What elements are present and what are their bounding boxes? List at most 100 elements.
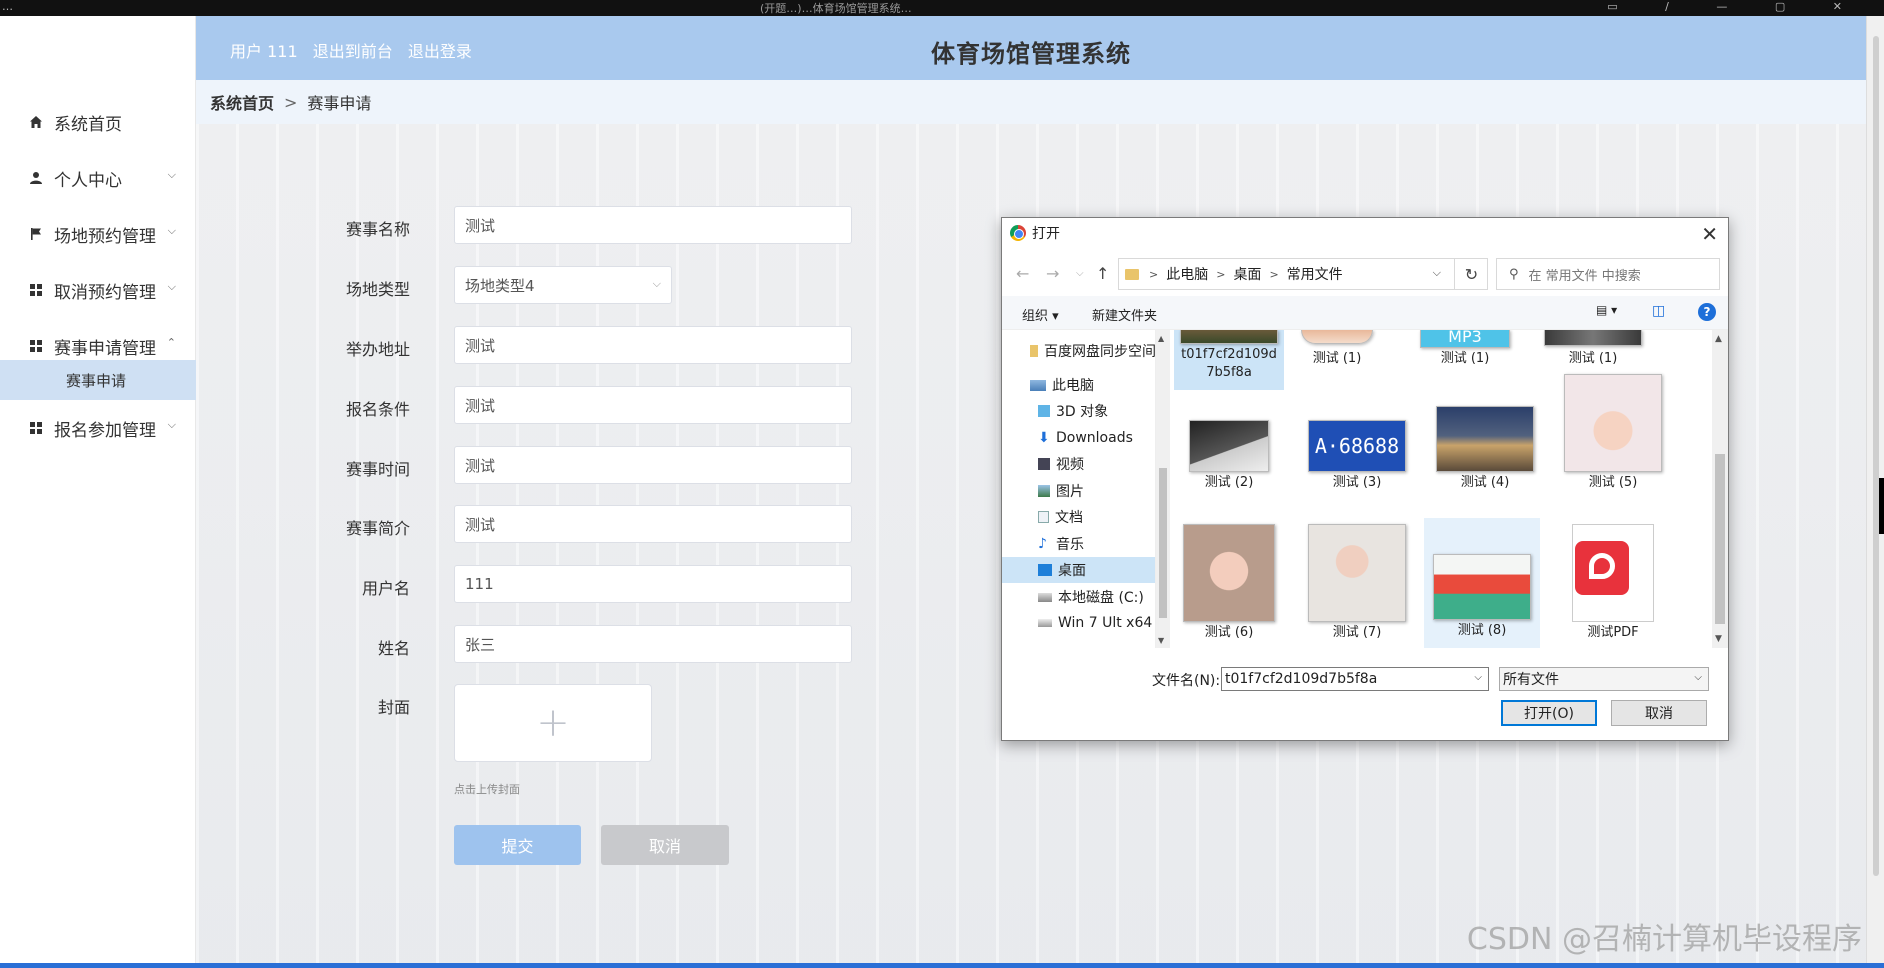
- tree-item-this-pc[interactable]: 此电脑: [1002, 372, 1155, 398]
- file-item[interactable]: 测试 (7): [1302, 524, 1412, 642]
- path-crumb[interactable]: 常用文件: [1287, 264, 1343, 284]
- file-label: 测试 (4): [1460, 475, 1510, 490]
- cover-upload-hint: 点击上传封面: [454, 783, 520, 796]
- csdn-watermark: CSDN @召楠计算机毕设程序: [1466, 922, 1862, 957]
- forward-arrow-icon[interactable]: →: [1046, 264, 1059, 283]
- tree-item-local-disk[interactable]: 本地磁盘 (C:): [1002, 584, 1155, 610]
- chevron-down-icon: ⌵: [167, 224, 176, 237]
- condition-input[interactable]: 测试: [454, 386, 852, 424]
- grid-icon: [28, 420, 44, 436]
- sidebar-subitem-event-apply[interactable]: 赛事申请: [0, 360, 196, 400]
- sidebar-item-registration[interactable]: 报名参加管理 ⌵: [0, 400, 196, 456]
- tree-item-downloads[interactable]: ⬇ Downloads: [1002, 425, 1155, 451]
- file-item[interactable]: t01f7cf2d109d7b5f8a: [1174, 330, 1284, 390]
- file-item[interactable]: 测试 (1): [1538, 330, 1648, 368]
- laptop-thumbnail: [1189, 420, 1269, 472]
- venue-type-select[interactable]: 场地类型4 ⌵: [454, 266, 672, 304]
- dialog-title: 打开: [1032, 226, 1060, 242]
- file-grid-scrollbar[interactable]: ▲ ▼: [1712, 330, 1728, 648]
- scroll-down-icon[interactable]: ▼: [1715, 634, 1722, 644]
- file-item[interactable]: 测试 (1): [1282, 330, 1392, 368]
- address-input[interactable]: 测试: [454, 326, 852, 364]
- filetype-select[interactable]: 所有文件 ⌵: [1499, 667, 1709, 691]
- view-mode-icon[interactable]: ▤ ▾: [1596, 303, 1617, 317]
- event-name-input[interactable]: 测试: [454, 206, 852, 244]
- tree-item-pictures[interactable]: 图片: [1002, 478, 1155, 504]
- sidebar-item-cancel-booking[interactable]: 取消预约管理 ⌵: [0, 262, 196, 318]
- username-label: 用户名: [361, 579, 410, 598]
- close-icon[interactable]: ✕: [1701, 222, 1718, 246]
- file-item[interactable]: MP3 测试 (1): [1410, 330, 1520, 368]
- help-icon[interactable]: ?: [1698, 303, 1716, 321]
- scroll-up-icon[interactable]: ▲: [1158, 334, 1164, 343]
- preview-pane-icon[interactable]: ◫: [1652, 303, 1665, 319]
- path-crumb[interactable]: 桌面: [1233, 264, 1261, 284]
- refresh-icon[interactable]: ↻: [1454, 258, 1488, 290]
- video-icon: [1038, 458, 1050, 470]
- chevron-up-icon: ⌃: [166, 336, 176, 349]
- file-thumbnail: [1180, 330, 1278, 344]
- chevron-down-icon[interactable]: ⌵: [1433, 266, 1441, 280]
- file-item[interactable]: 测试 (5): [1558, 374, 1668, 492]
- filename-input[interactable]: t01f7cf2d109d7b5f8a ⌵: [1221, 667, 1489, 691]
- dialog-search-input[interactable]: ⚲ 在 常用文件 中搜索: [1496, 258, 1720, 290]
- path-crumb[interactable]: 此电脑: [1166, 264, 1208, 284]
- cover-label: 封面: [377, 698, 410, 717]
- cancel-button[interactable]: 取消: [601, 825, 729, 865]
- file-thumbnail: [1544, 330, 1642, 346]
- home-icon: [28, 114, 44, 130]
- realname-input[interactable]: 张三: [454, 625, 852, 663]
- sidebar-item-label: 个人中心: [54, 170, 122, 191]
- file-open-dialog: 打开 ✕ ← → ⌵ ↑ > 此电脑 > 桌面 > 常用文件 ⌵ ↻ ⚲ 在 常…: [1001, 217, 1729, 741]
- tree-item-win7-drive[interactable]: Win 7 Ult x64 (I: [1002, 610, 1155, 636]
- tree-item-videos[interactable]: 视频: [1002, 451, 1155, 477]
- tree-item-baidu[interactable]: 百度网盘同步空间: [1002, 338, 1156, 364]
- organize-button[interactable]: 组织 ▾: [1022, 305, 1059, 324]
- page-scrollbar[interactable]: [1866, 16, 1884, 968]
- chevron-down-icon[interactable]: ⌵: [1474, 672, 1482, 683]
- address-bar[interactable]: > 此电脑 > 桌面 > 常用文件 ⌵: [1118, 258, 1488, 290]
- tree-item-music[interactable]: ♪ 音乐: [1002, 531, 1155, 557]
- tree-item-documents[interactable]: 文档: [1002, 504, 1155, 530]
- file-item[interactable]: 测试 (8): [1424, 518, 1540, 648]
- file-grid: t01f7cf2d109d7b5f8a 测试 (1) MP3 测试 (1) 测试…: [1172, 330, 1712, 648]
- username-input[interactable]: 111: [454, 565, 852, 603]
- file-item[interactable]: A·68688 测试 (3): [1302, 394, 1412, 492]
- page-scroll-thumb[interactable]: [1873, 36, 1879, 876]
- event-time-input[interactable]: 测试: [454, 446, 852, 484]
- sidebar-item-personal-center[interactable]: 个人中心 ⌵: [0, 150, 196, 206]
- submit-button[interactable]: 提交: [454, 825, 581, 865]
- up-arrow-icon[interactable]: ↑: [1096, 264, 1109, 283]
- back-arrow-icon[interactable]: ←: [1016, 264, 1029, 283]
- file-item[interactable]: 测试 (4): [1430, 394, 1540, 492]
- cover-upload-box[interactable]: +: [454, 684, 652, 762]
- intro-input[interactable]: 测试: [454, 505, 852, 543]
- file-item[interactable]: 测试PDF: [1558, 524, 1668, 642]
- tree-item-label: 音乐: [1056, 537, 1084, 553]
- file-item[interactable]: 测试 (6): [1174, 524, 1284, 642]
- file-item[interactable]: 测试 (2): [1174, 394, 1284, 492]
- tree-item-label: 此电脑: [1052, 378, 1094, 394]
- tree-item-3d-objects[interactable]: 3D 对象: [1002, 398, 1155, 424]
- tree-scroll-thumb[interactable]: [1159, 468, 1167, 618]
- open-button[interactable]: 打开(O): [1501, 700, 1597, 726]
- sidebar: 系统首页 个人中心 ⌵ 场地预约管理 ⌵ 取消预约管理 ⌵ 赛事申请管理 ⌃ 赛…: [0, 16, 196, 968]
- chevron-down-icon: ⌵: [1694, 672, 1702, 683]
- sidebar-item-home[interactable]: 系统首页: [0, 94, 196, 150]
- sidebar-item-venue-booking[interactable]: 场地预约管理 ⌵: [0, 206, 196, 262]
- breadcrumb-home[interactable]: 系统首页: [210, 90, 274, 114]
- dialog-cancel-button[interactable]: 取消: [1611, 700, 1707, 726]
- tree-scrollbar[interactable]: ▲ ▼: [1156, 330, 1170, 648]
- new-folder-button[interactable]: 新建文件夹: [1092, 305, 1157, 324]
- scroll-up-icon[interactable]: ▲: [1715, 334, 1722, 344]
- os-title-strip: … (开题…)…体育场馆管理系统… ▭ ∕ — ▢ ✕: [0, 0, 1884, 16]
- tree-item-label: 百度网盘同步空间: [1044, 344, 1156, 360]
- chevron-down-icon: ⌵: [167, 168, 176, 181]
- tree-item-label: 文档: [1055, 510, 1083, 526]
- os-window-controls[interactable]: ▭ ∕ — ▢ ✕: [1607, 0, 1864, 13]
- recent-locations-icon[interactable]: ⌵: [1076, 268, 1084, 279]
- file-grid-scroll-thumb[interactable]: [1715, 454, 1725, 624]
- tree-item-desktop[interactable]: 桌面: [1002, 557, 1155, 583]
- file-label: 测试 (5): [1588, 475, 1638, 490]
- scroll-down-icon[interactable]: ▼: [1158, 636, 1164, 645]
